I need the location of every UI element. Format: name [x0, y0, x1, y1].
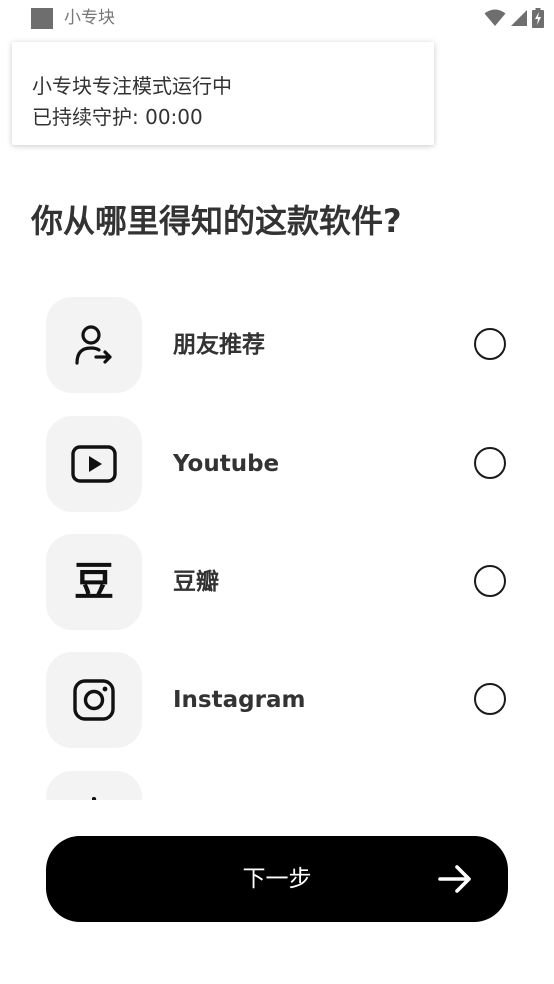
wifi-icon	[484, 9, 506, 26]
option-label: 朋友推荐	[173, 332, 265, 358]
option-label: 豆瓣	[173, 569, 219, 595]
option-friend-recommend[interactable]: 朋友推荐	[46, 297, 516, 393]
option-instagram[interactable]: Instagram	[46, 652, 516, 748]
next-button[interactable]: 下一步	[46, 836, 508, 922]
option-radio[interactable]	[474, 565, 506, 597]
user-share-icon	[75, 325, 112, 365]
instagram-icon	[73, 679, 115, 721]
option-icon-tile	[46, 652, 142, 748]
option-icon-tile: 豆	[46, 534, 142, 630]
question-title: 你从哪里得知的这款软件?	[31, 202, 402, 240]
notification-timer: 已持续守护: 00:00	[32, 105, 203, 129]
option-label: Instagram	[173, 687, 306, 713]
status-app-name: 小专块	[64, 8, 115, 28]
notification-title: 小专块专注模式运行中	[32, 74, 232, 98]
tiktok-icon	[92, 797, 97, 800]
option-icon-tile	[46, 297, 142, 393]
battery-charging-icon	[532, 8, 544, 28]
option-douban[interactable]: 豆 豆瓣	[46, 534, 516, 630]
source-options-list[interactable]: 朋友推荐 Youtube 豆 豆瓣 Instagram	[0, 297, 554, 800]
option-radio[interactable]	[474, 328, 506, 360]
option-icon-tile	[46, 771, 142, 800]
option-label: Youtube	[173, 451, 280, 477]
app-notification-icon	[31, 8, 53, 29]
youtube-icon	[71, 445, 117, 483]
arrow-right-icon	[438, 865, 471, 893]
option-radio[interactable]	[474, 447, 506, 479]
focus-mode-notification[interactable]: 小专块专注模式运行中 已持续守护: 00:00	[12, 42, 434, 145]
option-tiktok[interactable]	[46, 771, 516, 800]
option-youtube[interactable]: Youtube	[46, 416, 516, 512]
signal-icon	[511, 10, 527, 26]
status-bar: 小专块	[0, 0, 554, 36]
option-radio[interactable]	[474, 683, 506, 715]
douban-icon: 豆	[74, 559, 114, 605]
option-icon-tile	[46, 416, 142, 512]
status-icons	[484, 8, 544, 28]
